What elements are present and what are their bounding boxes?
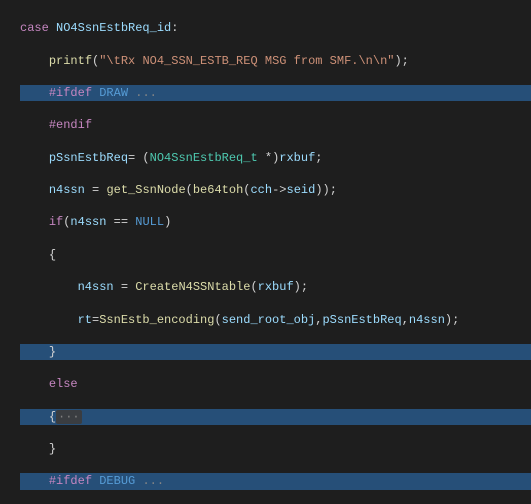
code-line[interactable]: n4ssn = get_SsnNode(be64toh(cch->seid)); [20, 182, 531, 198]
macro-ifdef: #ifdef [49, 474, 92, 488]
keyword-else: else [49, 377, 78, 391]
brace-close: } [49, 442, 56, 456]
code-line[interactable]: printf("\tRx NO4_SSN_ESTB_REQ MSG from S… [20, 53, 531, 69]
brace-open: { [49, 248, 56, 262]
code-line[interactable]: #ifdef DEBUG ... [20, 473, 531, 489]
code-line[interactable]: else [20, 376, 531, 392]
code-line[interactable]: n4ssn = CreateN4SSNtable(rxbuf); [20, 279, 531, 295]
type-name: NO4SsnEstbReq_t [150, 151, 258, 165]
keyword-case: case [20, 21, 49, 35]
colon: : [171, 21, 178, 35]
code-line[interactable]: { [20, 247, 531, 263]
code-line[interactable]: {··· [20, 409, 531, 425]
fn-printf: printf [49, 54, 92, 68]
brace-open: { [49, 410, 56, 424]
code-line[interactable]: rt=SsnEstb_encoding(send_root_obj,pSsnEs… [20, 312, 531, 328]
code-line[interactable]: case NO4SsnEstbReq_id: [20, 20, 531, 36]
folded-indicator[interactable]: ... [128, 86, 157, 100]
code-line[interactable]: pSsnEstbReq= (NO4SsnEstbReq_t *)rxbuf; [20, 150, 531, 166]
brace-close: } [49, 345, 56, 359]
enum-const: NO4SsnEstbReq_id [49, 21, 171, 35]
macro-name: DRAW [92, 86, 128, 100]
code-line[interactable]: if(n4ssn == NULL) [20, 214, 531, 230]
code-line[interactable]: } [20, 441, 531, 457]
folded-indicator[interactable]: ... [135, 474, 164, 488]
code-line[interactable]: #ifdef DRAW ... [20, 85, 531, 101]
string-literal: "\tRx NO4_SSN_ESTB_REQ MSG from SMF.\n\n… [99, 54, 394, 68]
macro-endif: #endif [49, 118, 92, 132]
keyword-if: if [49, 215, 63, 229]
code-line[interactable]: } [20, 344, 531, 360]
code-editor[interactable]: case NO4SsnEstbReq_id: printf("\tRx NO4_… [0, 0, 531, 504]
macro-name: DEBUG [92, 474, 135, 488]
keyword-null: NULL [135, 215, 164, 229]
code-line[interactable]: #endif [20, 117, 531, 133]
macro-ifdef: #ifdef [49, 86, 92, 100]
folded-indicator[interactable]: ··· [56, 410, 82, 424]
